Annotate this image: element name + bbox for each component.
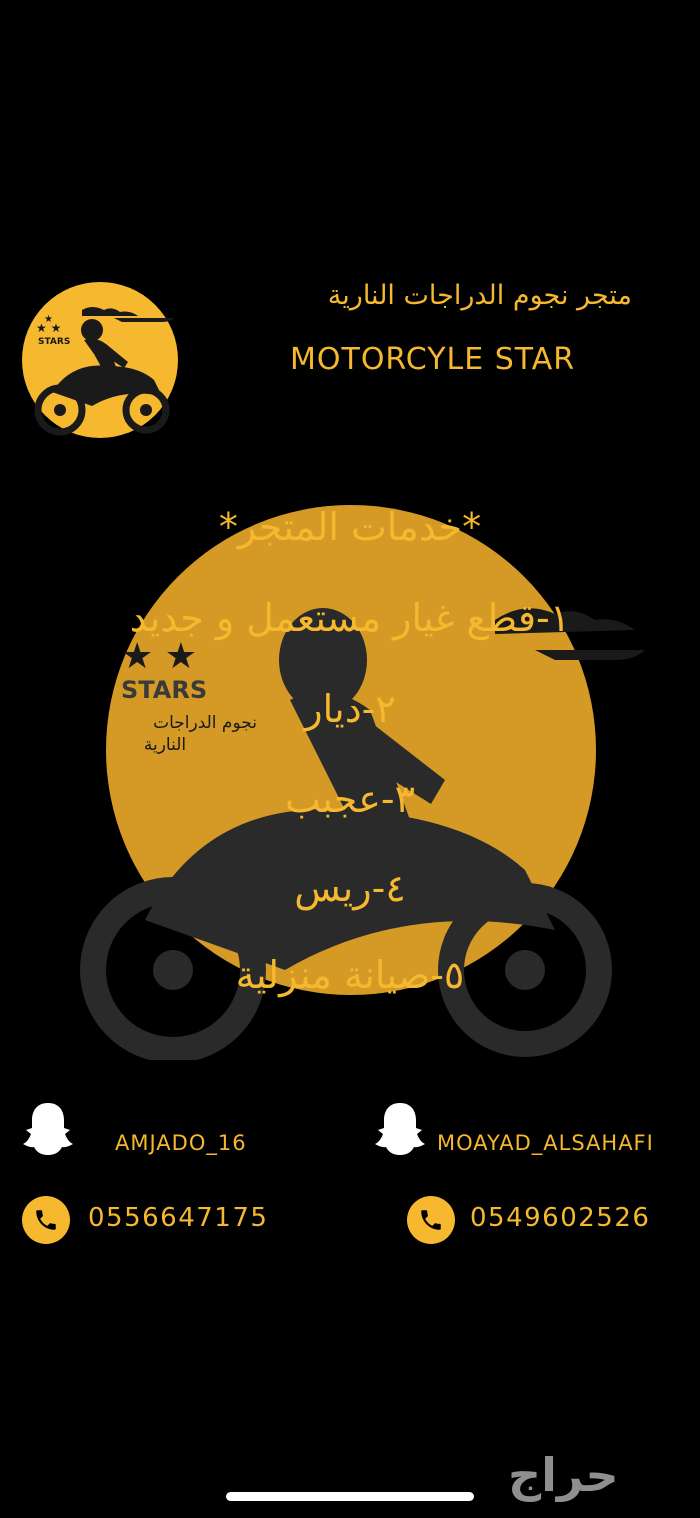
phone-number-right[interactable]: 0549602526 (470, 1203, 650, 1233)
service-item-1: ١-قطع غيار مستعمل و جديد (129, 596, 571, 640)
svg-text:★: ★ (44, 314, 53, 325)
emblem-subtext-2: النارية (144, 735, 186, 755)
phone-number-left[interactable]: 0556647175 (88, 1203, 268, 1233)
haraj-watermark: حراج (508, 1448, 619, 1502)
service-item-4: ٤-ريس (294, 866, 406, 910)
service-item-5: ٥-صيانة منزلية (235, 953, 465, 997)
svg-text:★ ★: ★ ★ (121, 636, 197, 677)
store-name-arabic: متجر نجوم الدراجات النارية (327, 280, 632, 311)
snapchat-handle-right[interactable]: MOAYAD_ALSAHAFI (437, 1131, 654, 1155)
service-item-3: ٣-عجبب (284, 777, 416, 821)
phone-icon (22, 1196, 70, 1244)
snapchat-ghost-icon (375, 1103, 425, 1155)
logo-text: STARS (38, 337, 70, 347)
snapchat-handle-left[interactable]: AMJADO_16 (115, 1131, 247, 1155)
services-title: *خدمات المتجر* (218, 505, 482, 549)
store-logo: ★ ★ ★ STARS (22, 282, 178, 438)
store-name-english: MOTORCYLE STAR (290, 342, 576, 377)
home-indicator[interactable] (226, 1492, 474, 1501)
service-item-2: ٢-ديار (304, 687, 396, 731)
phone-icon (407, 1196, 455, 1244)
snapchat-ghost-icon (23, 1103, 73, 1155)
